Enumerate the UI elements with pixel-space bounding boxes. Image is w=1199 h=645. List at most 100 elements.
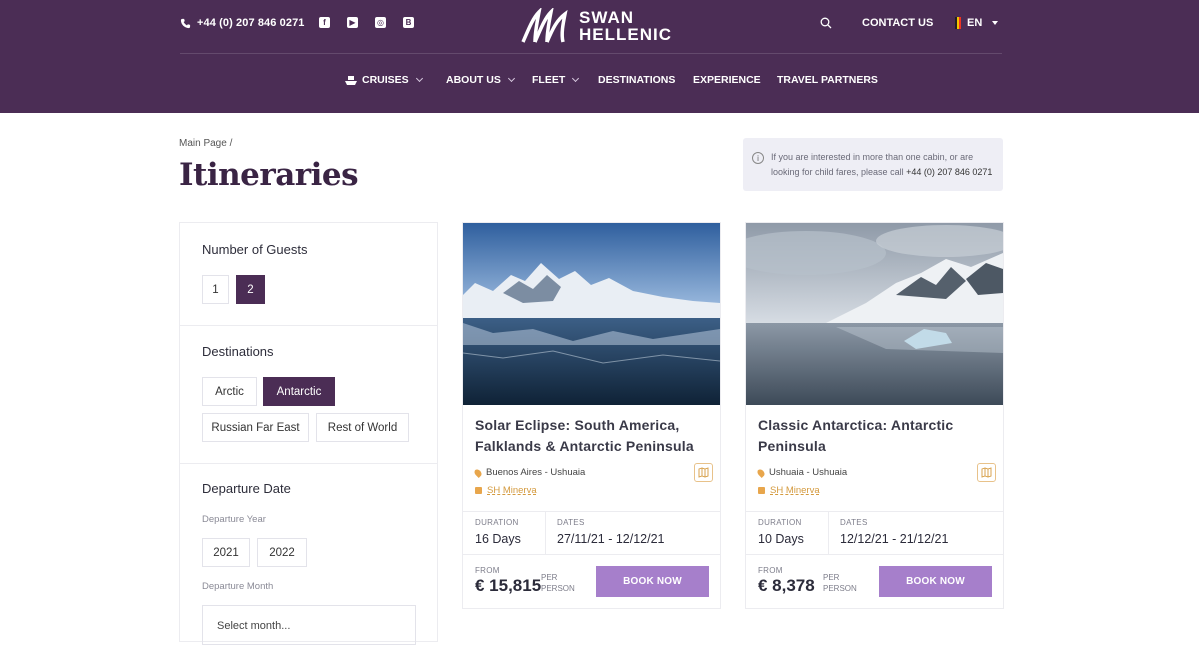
chevron-down-icon (992, 21, 999, 25)
month-select[interactable]: Select month... (202, 605, 416, 645)
notice-text: If you are interested in more than one c… (771, 152, 993, 177)
departure-month-label: Departure Month (202, 581, 274, 592)
page-title: Itineraries (179, 157, 359, 193)
ship-icon (345, 75, 357, 85)
from-label: FROM (475, 566, 500, 575)
social-links: f ▶ ◎ B (319, 17, 414, 28)
card-image[interactable] (746, 223, 1003, 405)
map-icon (981, 467, 992, 478)
nav-about-us[interactable]: ABOUT US (446, 74, 515, 86)
book-now-button[interactable]: BOOK NOW (596, 566, 709, 597)
price-value: € 8,378 (758, 576, 815, 595)
logo-text-swan: SWAN (579, 8, 634, 27)
card-vertical-divider (545, 511, 546, 554)
nav-destinations[interactable]: DESTINATIONS (598, 74, 675, 86)
destination-arctic[interactable]: Arctic (202, 377, 257, 406)
breadcrumb[interactable]: Main Page / (179, 138, 232, 149)
map-button[interactable] (694, 463, 713, 482)
dates-value: 27/11/21 - 12/12/21 (557, 532, 665, 546)
info-icon: i (752, 152, 764, 164)
nav-about-us-label: ABOUT US (446, 74, 501, 86)
dates-label: DATES (557, 518, 585, 527)
location-pin-icon (756, 467, 766, 478)
nav-travel-partners[interactable]: TRAVEL PARTNERS (777, 74, 878, 86)
ship-icon (475, 487, 482, 494)
dates-value: 12/12/21 - 21/12/21 (840, 532, 949, 546)
belgium-flag-icon (955, 17, 961, 29)
card-divider (463, 554, 720, 555)
year-2021[interactable]: 2021 (202, 538, 250, 567)
phone-icon (180, 18, 191, 28)
destination-rest-of-world[interactable]: Rest of World (316, 413, 409, 442)
chevron-down-icon (507, 74, 515, 83)
card-divider (746, 554, 1003, 555)
from-label: FROM (758, 566, 783, 575)
book-now-button[interactable]: BOOK NOW (879, 566, 992, 597)
itinerary-card[interactable]: Solar Eclipse: South America, Falklands … (462, 222, 721, 609)
nav-cruises[interactable]: CRUISES (345, 74, 423, 86)
chevron-down-icon (415, 74, 423, 83)
dates-label: DATES (840, 518, 868, 527)
phone-link[interactable]: +44 (0) 207 846 0271 (180, 17, 305, 29)
per-person-label: PER PERSON (541, 573, 575, 593)
departure-filter-title: Departure Date (202, 481, 291, 496)
top-bar: +44 (0) 207 846 0271 f ▶ ◎ B SWAN HELLEN… (180, 0, 1002, 54)
card-ship-link[interactable]: SH Minerva (758, 485, 820, 496)
map-button[interactable] (977, 463, 996, 482)
vk-icon[interactable]: B (403, 17, 414, 28)
guests-filter-title: Number of Guests (202, 242, 308, 257)
duration-value: 16 Days (475, 532, 521, 546)
nav-experience-label: EXPERIENCE (693, 74, 761, 86)
nav-experience[interactable]: EXPERIENCE (693, 74, 761, 86)
card-vertical-divider (828, 511, 829, 554)
card-image[interactable] (463, 223, 720, 405)
guests-filter: Number of Guests 1 2 (180, 223, 437, 326)
main-nav: CRUISES ABOUT US FLEET DESTINATIONS EXPE… (0, 72, 1199, 90)
notice-phone[interactable]: +44 (0) 207 846 0271 (906, 167, 992, 177)
destinations-filter-title: Destinations (202, 344, 274, 359)
card-title[interactable]: Solar Eclipse: South America, Falklands … (475, 415, 695, 457)
language-selector[interactable]: EN (955, 17, 999, 29)
logo-text-hellenic: HELLENIC (579, 25, 672, 44)
nav-cruises-label: CRUISES (362, 74, 409, 86)
antarctic-photo (746, 223, 1003, 405)
destinations-filter: Destinations Arctic Antarctic Russian Fa… (180, 326, 437, 464)
card-divider (463, 511, 720, 512)
price-value: € 15,815 (475, 576, 542, 595)
guests-option-2[interactable]: 2 (236, 275, 265, 304)
phone-number: +44 (0) 207 846 0271 (197, 17, 305, 29)
duration-label: DURATION (758, 518, 802, 527)
instagram-icon[interactable]: ◎ (375, 17, 386, 28)
nav-travel-partners-label: TRAVEL PARTNERS (777, 74, 878, 86)
language-label: EN (967, 17, 983, 29)
chevron-down-icon (572, 74, 580, 83)
card-divider (746, 511, 1003, 512)
facebook-icon[interactable]: f (319, 17, 330, 28)
search-icon[interactable] (820, 17, 832, 29)
card-ship-link[interactable]: SH Minerva (475, 485, 537, 496)
filter-sidebar: Number of Guests 1 2 Destinations Arctic… (179, 222, 438, 645)
contact-us-link[interactable]: CONTACT US (862, 17, 933, 29)
nav-fleet-label: FLEET (532, 74, 566, 86)
nav-destinations-label: DESTINATIONS (598, 74, 676, 86)
per-person-label: PER PERSON (823, 573, 857, 593)
card-route: Ushuaia - Ushuaia (756, 467, 847, 478)
youtube-icon[interactable]: ▶ (347, 17, 358, 28)
destination-antarctic[interactable]: Antarctic (263, 377, 335, 406)
guests-option-1[interactable]: 1 (202, 275, 229, 304)
itinerary-card[interactable]: Classic Antarctica: Antarctic Peninsula … (745, 222, 1004, 609)
antarctic-photo (463, 223, 720, 405)
location-pin-icon (473, 467, 483, 478)
logo[interactable]: SWAN HELLENIC (521, 8, 672, 44)
duration-label: DURATION (475, 518, 519, 527)
card-route: Buenos Aires - Ushuaia (473, 467, 585, 478)
ship-icon (758, 487, 765, 494)
card-title[interactable]: Classic Antarctica: Antarctic Peninsula (758, 415, 978, 457)
destination-russian-far-east[interactable]: Russian Far East (202, 413, 309, 442)
swan-logo-icon (521, 8, 568, 43)
departure-year-label: Departure Year (202, 514, 266, 525)
cabin-notice: i If you are interested in more than one… (743, 138, 1003, 191)
nav-fleet[interactable]: FLEET (532, 74, 580, 86)
site-header: +44 (0) 207 846 0271 f ▶ ◎ B SWAN HELLEN… (0, 0, 1199, 113)
year-2022[interactable]: 2022 (257, 538, 307, 567)
